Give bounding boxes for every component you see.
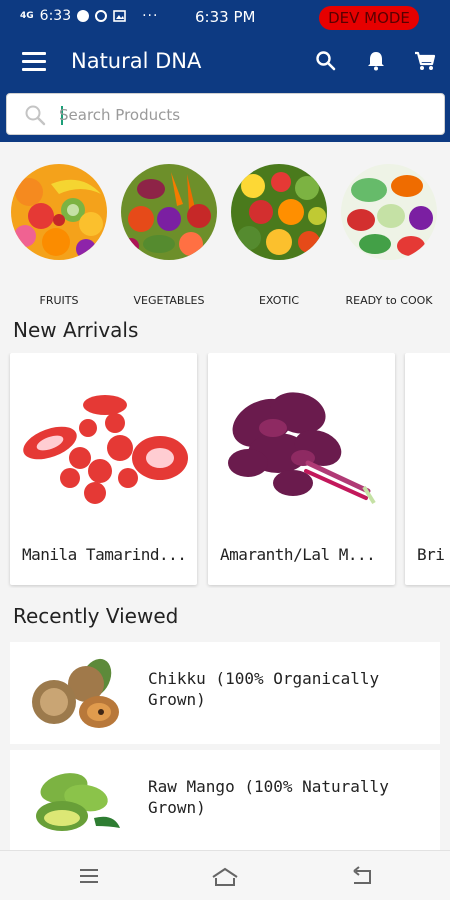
category-ready-to-cook[interactable]: READY to COOK (339, 164, 439, 307)
category-label: READY to COOK (345, 294, 433, 307)
exotic-image (231, 164, 327, 260)
search-input[interactable] (59, 102, 429, 128)
product-image (23, 395, 188, 504)
new-arrivals-title: New Arrivals (13, 318, 139, 342)
category-label: FRUITS (39, 294, 79, 307)
status-clock: 6:33 PM (195, 8, 256, 26)
signal-indicator: 4G (20, 10, 34, 21)
product-name: Amaranth/Lal M... (220, 545, 376, 564)
new-arrivals-list: Manila Tamarind... Amaranth/Lal M... Bri (0, 353, 450, 588)
fruits-image (11, 164, 107, 260)
recently-viewed-item[interactable]: Chikku (100% Organically Grown) (10, 642, 440, 744)
status-time: 6:33 (39, 8, 72, 24)
vegetables-image (121, 164, 217, 260)
product-image (32, 658, 119, 728)
product-image (36, 773, 120, 831)
search-icon (25, 105, 46, 126)
app-title: Natural DNA (71, 49, 202, 73)
home-icon[interactable] (210, 865, 240, 889)
data-saver-icon (77, 10, 90, 22)
product-name: Chikku (100% Organically Grown) (148, 669, 380, 709)
dev-mode-badge: DEV MODE (319, 6, 419, 30)
recently-viewed-title: Recently Viewed (13, 604, 179, 628)
category-label: VEGETABLES (133, 294, 205, 307)
status-bar: 4G 6:33 ··· 6:33 PM DEV MODE (0, 0, 450, 34)
product-image (228, 392, 376, 505)
recents-icon[interactable] (78, 865, 100, 887)
category-carousel: FRUITS VEGETABLES EXOTIC READY to COOK (0, 148, 450, 308)
product-name: Manila Tamarind... (22, 545, 187, 564)
product-name: Bri (417, 545, 445, 564)
bell-icon[interactable] (363, 48, 389, 74)
category-label: EXOTIC (258, 294, 300, 307)
back-icon[interactable] (350, 865, 374, 887)
gallery-icon (113, 10, 126, 22)
menu-icon[interactable] (22, 52, 48, 72)
search-icon[interactable] (313, 48, 339, 74)
product-card[interactable]: Manila Tamarind... (10, 353, 197, 585)
category-vegetables[interactable]: VEGETABLES (119, 164, 219, 307)
status-left: 4G 6:33 ··· (20, 8, 158, 24)
ready-to-cook-image (341, 164, 437, 260)
recently-viewed-item[interactable]: Raw Mango (100% Naturally Grown) (10, 750, 440, 852)
system-nav-bar (0, 850, 450, 900)
more-notifications: ··· (142, 8, 159, 24)
cart-icon[interactable] (412, 48, 438, 74)
search-box[interactable] (6, 93, 445, 135)
product-card[interactable]: Amaranth/Lal M... (208, 353, 395, 585)
product-card[interactable]: Bri (405, 353, 450, 585)
search-bar-container (0, 90, 450, 142)
app-bar: Natural DNA (0, 34, 450, 90)
sync-icon (95, 10, 108, 22)
category-fruits[interactable]: FRUITS (9, 164, 109, 307)
product-name: Raw Mango (100% Naturally Grown) (148, 777, 389, 817)
category-exotic[interactable]: EXOTIC (229, 164, 329, 307)
